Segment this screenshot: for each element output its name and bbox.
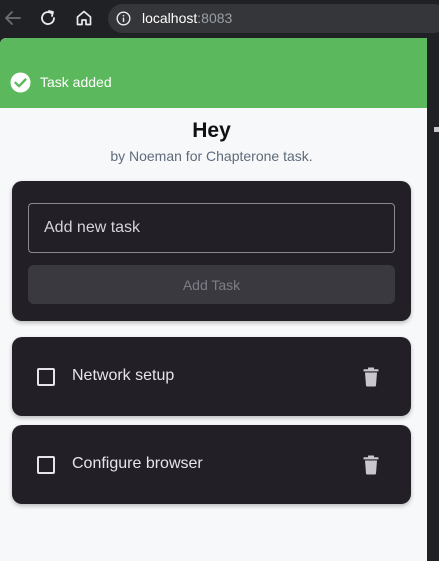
add-task-card: Add Task (12, 181, 411, 321)
toast-notification[interactable]: Task added (0, 38, 427, 108)
check-circle-icon (10, 72, 31, 93)
page-viewport: Task added Hey by Noeman for Chapterone … (0, 38, 427, 561)
arrow-left-icon (5, 11, 21, 25)
trash-icon[interactable] (362, 367, 380, 387)
info-icon[interactable] (116, 11, 131, 26)
page-subtitle: by Noeman for Chapterone task. (110, 148, 313, 164)
url-text: localhost:8083 (142, 10, 232, 26)
task-item: Network setup (12, 337, 411, 416)
task-item: Configure browser (12, 425, 411, 504)
reload-button[interactable] (37, 7, 59, 29)
add-task-button[interactable]: Add Task (28, 265, 395, 304)
task-checkbox[interactable] (37, 456, 55, 474)
address-bar[interactable]: localhost:8083 (108, 4, 439, 33)
scrollbar-marker[interactable] (434, 127, 439, 132)
new-task-input[interactable] (28, 203, 395, 253)
reload-icon (41, 10, 55, 25)
trash-icon[interactable] (362, 455, 380, 475)
task-checkbox[interactable] (37, 368, 55, 386)
home-button[interactable] (73, 7, 95, 29)
toast-message: Task added (40, 74, 112, 90)
url-host: localhost (142, 10, 198, 26)
url-port: :8083 (197, 10, 233, 26)
window-edge (427, 38, 439, 561)
back-button[interactable] (2, 7, 24, 29)
home-icon (76, 10, 92, 26)
task-label: Configure browser (72, 455, 203, 472)
page-title: Hey (192, 119, 231, 142)
task-label: Network setup (72, 367, 175, 384)
browser-toolbar: localhost:8083 (0, 0, 439, 38)
